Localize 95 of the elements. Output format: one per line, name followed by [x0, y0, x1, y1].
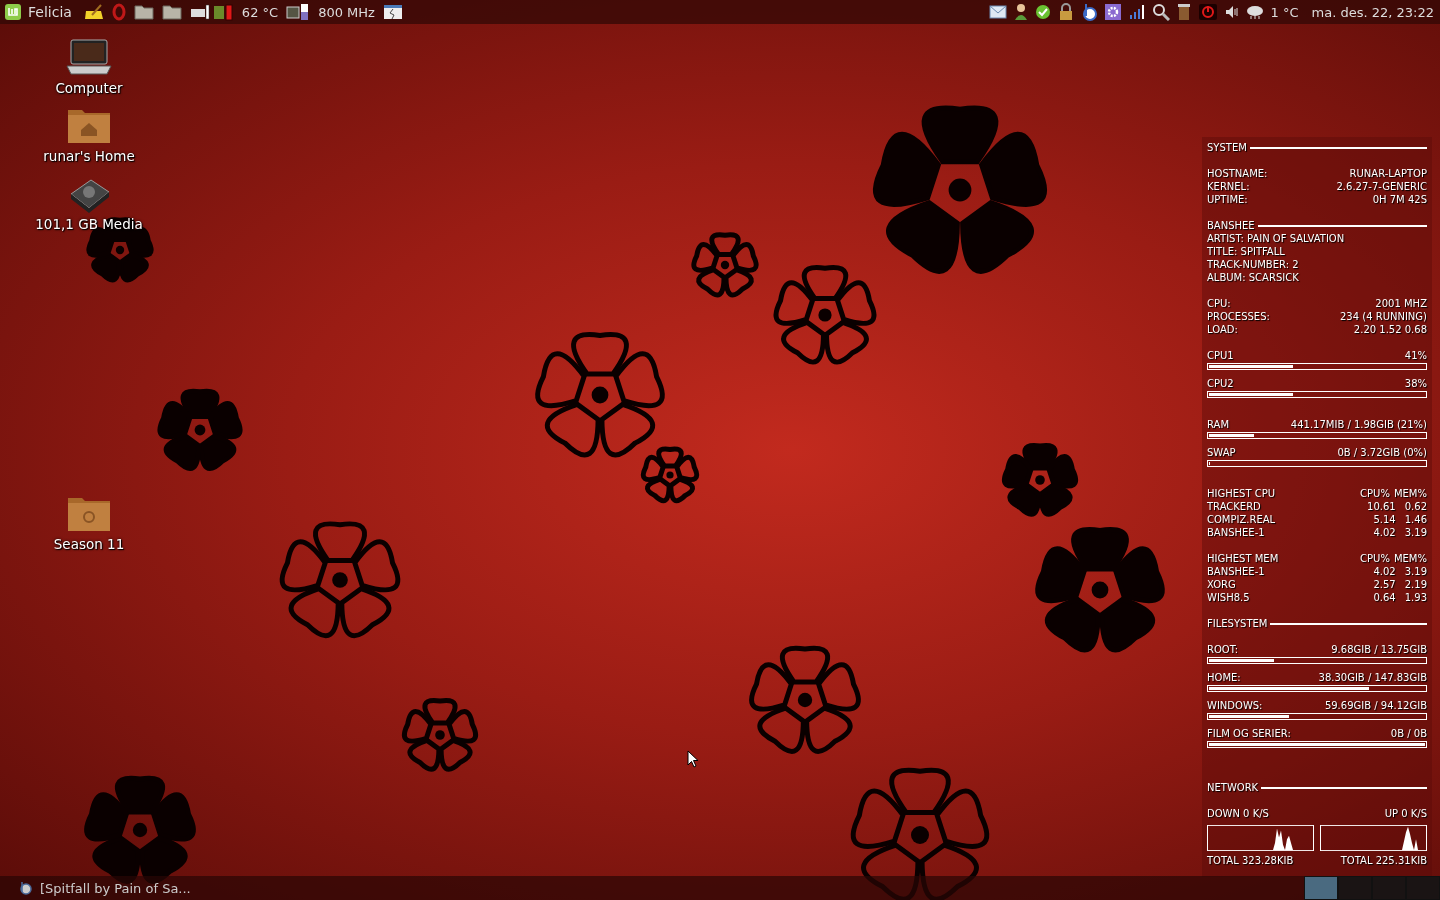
column-header: CPU% — [1360, 487, 1390, 500]
folder-icon[interactable] — [133, 3, 154, 21]
stat-label: PROCESSES: — [1207, 310, 1270, 323]
main-menu-button[interactable]: Felicia — [4, 3, 72, 21]
section-title: NETWORK — [1207, 781, 1259, 794]
process-name: BANSHEE-1 — [1207, 526, 1265, 539]
desktop-icon-label[interactable]: runar's Home — [43, 148, 135, 164]
clock[interactable]: ma. des. 22, 23:22 — [1311, 4, 1434, 20]
track-info-text: TRACK-NUMBER: 2 — [1207, 258, 1300, 271]
upload-total: TOTAL 225.31KIB — [1340, 854, 1427, 867]
trash-icon[interactable] — [1176, 3, 1191, 21]
download-total: TOTAL 323.28KIB — [1207, 854, 1294, 867]
stat-label: SWAP — [1207, 446, 1236, 459]
stat-value: 0B / 3.72GIB (0%) — [1337, 446, 1427, 459]
person-icon[interactable] — [1013, 3, 1028, 21]
cpu-percent: 10.61 — [1367, 500, 1396, 513]
weather-temperature: 1 °C — [1270, 4, 1299, 20]
section-title: SYSTEM — [1207, 141, 1247, 154]
stat-label: WINDOWS: — [1207, 699, 1263, 712]
stat-value: 2001 MHZ — [1375, 297, 1427, 310]
stat-label: CPU: — [1207, 297, 1231, 310]
stat-label: CPU1 — [1207, 349, 1234, 362]
stat-label: HOME: — [1207, 671, 1241, 684]
cpu-percent: 2.57 — [1373, 578, 1396, 591]
weather-cloud-icon[interactable] — [1245, 4, 1264, 20]
stat-value: 38% — [1404, 377, 1427, 390]
stat-value: 234 (4 RUNNING) — [1339, 310, 1427, 323]
taskbar-button[interactable]: [Spitfall by Pain of Sa... — [0, 876, 191, 900]
cpu-percent: 4.02 — [1373, 565, 1396, 578]
stat-value: 38.30GIB / 147.83GIB — [1318, 671, 1427, 684]
stat-value: 441.17MIB / 1.98GIB (21%) — [1290, 418, 1427, 431]
stat-label: ROOT: — [1207, 643, 1239, 656]
mem-percent: 1.46 — [1404, 513, 1427, 526]
mem-percent: 3.19 — [1404, 565, 1427, 578]
mem-percent: 1.93 — [1404, 591, 1427, 604]
mint-logo-icon — [4, 3, 22, 21]
signal-strength-icon[interactable] — [1128, 4, 1145, 20]
stat-value: 59.69GIB / 94.12GIB — [1324, 699, 1427, 712]
desktop-icon-label[interactable]: 101,1 GB Media — [35, 216, 143, 232]
process-name: XORG — [1207, 578, 1236, 591]
stat-label: KERNEL: — [1207, 180, 1250, 193]
column-header: MEM% — [1393, 552, 1427, 565]
stat-label: RAM — [1207, 418, 1229, 431]
process-name: COMPIZ.REAL — [1207, 513, 1276, 526]
notepad-icon[interactable] — [83, 3, 104, 21]
folder-icon[interactable] — [161, 3, 182, 21]
stat-label: UPTIME: — [1207, 193, 1248, 206]
table-title: HIGHEST CPU — [1207, 487, 1276, 500]
chat-icon[interactable] — [1034, 4, 1051, 20]
stat-value: 9.68GIB / 13.75GIB — [1331, 643, 1427, 656]
table-title: HIGHEST MEM — [1207, 552, 1279, 565]
lock-icon[interactable] — [1057, 3, 1074, 21]
mail-icon[interactable] — [988, 5, 1007, 19]
settings-icon[interactable] — [1103, 3, 1122, 21]
column-header: MEM% — [1393, 487, 1427, 500]
mem-percent: 0.62 — [1404, 500, 1427, 513]
stat-value: 0B / 0B — [1390, 727, 1427, 740]
laptop-icon[interactable] — [65, 38, 113, 78]
upload-rate: UP 0 K/S — [1384, 807, 1427, 820]
track-info-text: TITLE: SPITFALL — [1207, 245, 1286, 258]
search-icon[interactable] — [1151, 3, 1170, 21]
cpu-frequency-reading: 800 MHz — [318, 4, 375, 20]
cpu-percent: 4.02 — [1373, 526, 1396, 539]
stat-value: 2.20 1.52 0.68 — [1353, 323, 1427, 336]
download-rate: DOWN 0 K/S — [1207, 807, 1269, 820]
process-name: TRACKERD — [1207, 500, 1261, 513]
cpu-percent: 5.14 — [1373, 513, 1396, 526]
stat-value: RUNAR-LAPTOP — [1349, 167, 1427, 180]
mem-percent: 2.19 — [1404, 578, 1427, 591]
stat-label: LOAD: — [1207, 323, 1238, 336]
volume-icon[interactable] — [1224, 5, 1239, 19]
track-info-text: ARTIST: PAIN OF SALVATION — [1207, 232, 1346, 245]
flower-drawing — [691, 232, 759, 298]
stat-label: FILM OG SERIER: — [1207, 727, 1291, 740]
process-name: WISH8.5 — [1207, 591, 1250, 604]
mem-percent: 3.19 — [1404, 526, 1427, 539]
desktop-icon-label[interactable]: Computer — [55, 80, 123, 96]
stat-value: 41% — [1404, 349, 1427, 362]
section-title: FILESYSTEM — [1207, 617, 1268, 630]
process-name: BANSHEE-1 — [1207, 565, 1265, 578]
section-title: BANSHEE — [1207, 219, 1255, 232]
track-info-text: ALBUM: SCARSICK — [1207, 271, 1300, 284]
desktop-icon-label[interactable]: Season 11 — [53, 536, 125, 552]
temperature-reading: 62 °C — [241, 4, 279, 20]
cpu-percent: 0.64 — [1373, 591, 1396, 604]
workspace-button[interactable] — [1304, 876, 1338, 900]
stat-label: CPU2 — [1207, 377, 1234, 390]
browser-icon[interactable] — [111, 3, 126, 21]
stat-label: HOSTNAME: — [1207, 167, 1268, 180]
mouse-pointer-icon — [687, 750, 699, 768]
screenshot-icon[interactable] — [382, 3, 403, 21]
stat-value: 2.6.27-7-GENERIC — [1336, 180, 1427, 193]
power-icon[interactable] — [1197, 3, 1218, 21]
column-header: CPU% — [1360, 552, 1390, 565]
stat-value: 0H 7M 42S — [1372, 193, 1427, 206]
